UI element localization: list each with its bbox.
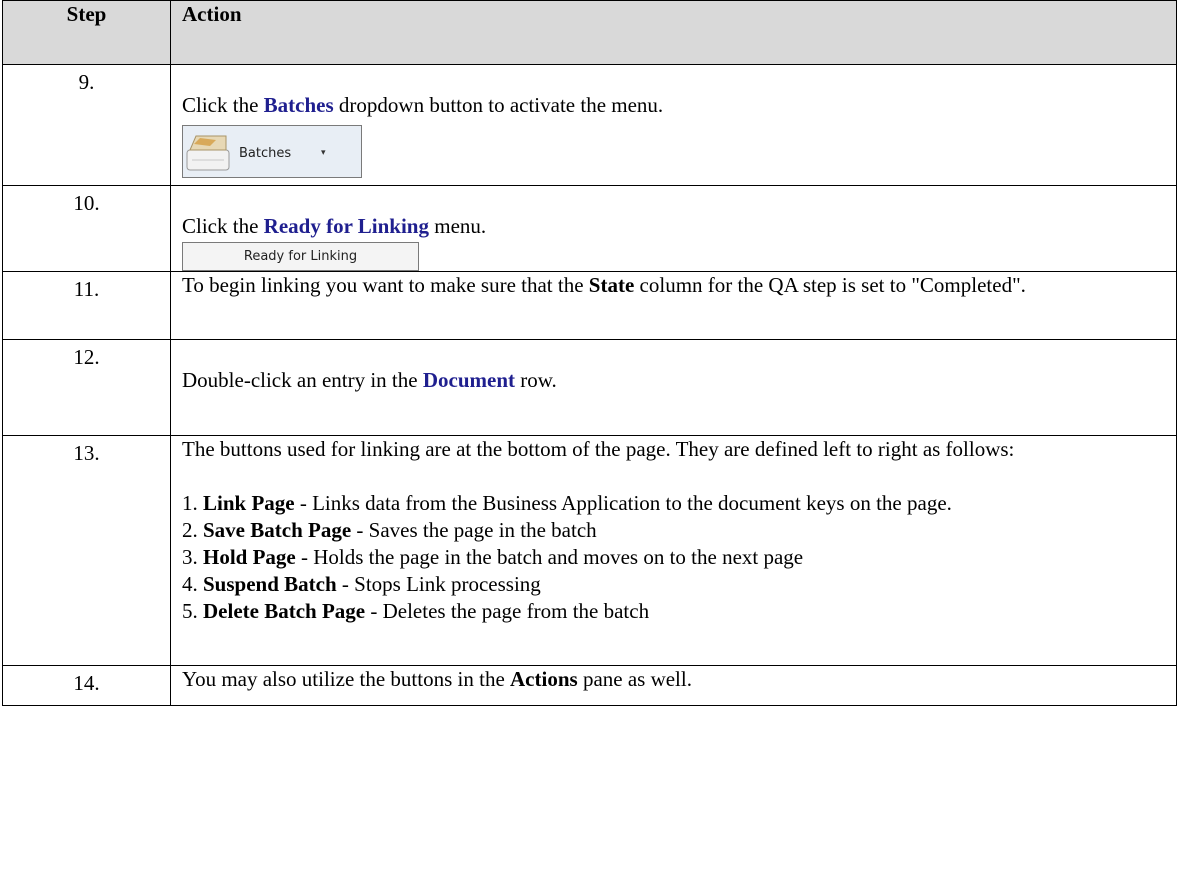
batch-tray-icon bbox=[186, 135, 230, 171]
step-number: 11. bbox=[2, 271, 171, 340]
text: row. bbox=[515, 368, 557, 392]
list-item: 4. Suspend Batch - Stops Link processing bbox=[182, 572, 541, 596]
step-action: Double-click an entry in the Document ro… bbox=[170, 339, 1177, 436]
table-row: 11. To begin linking you want to make su… bbox=[2, 271, 1177, 340]
step-number: 14. bbox=[2, 665, 171, 706]
step-action: Click the Ready for Linking menu. Ready … bbox=[170, 185, 1177, 272]
text: You may also utilize the buttons in the bbox=[182, 667, 511, 691]
list-item: 1. Link Page - Links data from the Busin… bbox=[182, 491, 952, 515]
keyword-batches: Batches bbox=[263, 93, 334, 117]
text: To begin linking you want to make sure t… bbox=[182, 273, 589, 297]
table-row: 10. Click the Ready for Linking menu. Re… bbox=[2, 185, 1177, 272]
chevron-down-icon: ▾ bbox=[321, 148, 326, 158]
list-item: 3. Hold Page - Holds the page in the bat… bbox=[182, 545, 804, 569]
batches-button-label: Batches bbox=[239, 146, 292, 161]
header-step: Step bbox=[2, 0, 171, 65]
list-item: 2. Save Batch Page - Saves the page in t… bbox=[182, 518, 597, 542]
step-action: You may also utilize the buttons in the … bbox=[170, 665, 1177, 706]
step-number: 9. bbox=[2, 64, 171, 186]
table-row: 14. You may also utilize the buttons in … bbox=[2, 665, 1177, 706]
table-row: 9. Click the Batches dropdown button to … bbox=[2, 64, 1177, 186]
intro-text: The buttons used for linking are at the … bbox=[182, 437, 1015, 461]
header-action: Action bbox=[170, 0, 1177, 65]
ready-for-linking-menu-item[interactable]: Ready for Linking bbox=[182, 242, 419, 271]
keyword-ready-for-linking: Ready for Linking bbox=[263, 214, 429, 238]
keyword-state: State bbox=[588, 273, 635, 297]
step-number: 13. bbox=[2, 435, 171, 666]
text: column for the QA step is set to "Comple… bbox=[634, 273, 1026, 297]
list-item: 5. Delete Batch Page - Deletes the page … bbox=[182, 599, 650, 623]
step-action: To begin linking you want to make sure t… bbox=[170, 271, 1177, 340]
batches-dropdown-button[interactable]: Batches ▾ bbox=[182, 125, 362, 178]
text: Click the bbox=[182, 214, 264, 238]
step-number: 12. bbox=[2, 339, 171, 436]
keyword-actions: Actions bbox=[510, 667, 578, 691]
step-action: The buttons used for linking are at the … bbox=[170, 435, 1177, 666]
table-row: 12. Double-click an entry in the Documen… bbox=[2, 339, 1177, 436]
text: pane as well. bbox=[577, 667, 692, 691]
step-action: Click the Batches dropdown button to act… bbox=[170, 64, 1177, 186]
text: menu. bbox=[428, 214, 487, 238]
keyword-document: Document bbox=[422, 368, 515, 392]
text: Double-click an entry in the bbox=[182, 368, 423, 392]
table-header-row: Step Action bbox=[2, 0, 1177, 65]
step-number: 10. bbox=[2, 185, 171, 272]
text: Click the bbox=[182, 93, 264, 117]
text: dropdown button to activate the menu. bbox=[333, 93, 664, 117]
table-row: 13. The buttons used for linking are at … bbox=[2, 435, 1177, 666]
steps-table: Step Action 9. Click the Batches dropdow… bbox=[2, 0, 1177, 706]
